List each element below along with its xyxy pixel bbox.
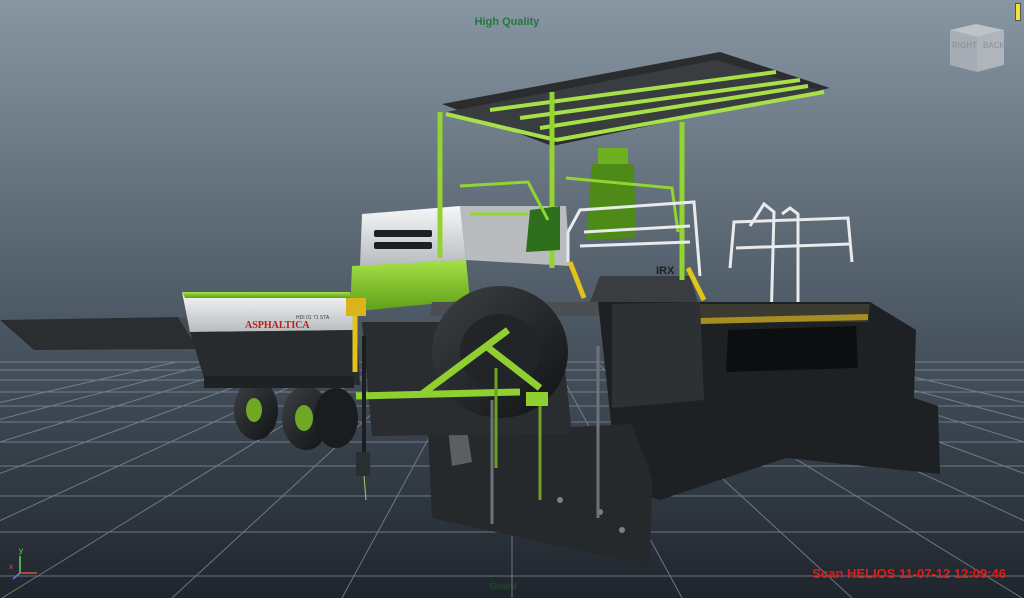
hopper-wing-left [0,317,198,350]
maya-viewport[interactable]: ASPHALTICA HDI 01 71 STA IRX High Qualit… [0,0,1024,598]
tow-arm-joint [526,392,548,406]
seat-headrest [598,148,628,164]
sensor-foot [356,452,370,476]
rear-badge: IRX [656,265,675,277]
view-cube-face-right[interactable]: RIGHT [952,41,977,50]
hood-vent-2 [374,242,432,249]
render-quality-label: High Quality [474,16,540,28]
screed-opening [726,326,858,372]
render-stamp: Scan HELIOS 11-07-12 12:09:46 [812,566,1006,581]
ground-label: Ground [490,582,517,591]
front-wheels [234,380,358,450]
axis-y-label: y [19,546,23,555]
hopper-green-trim [182,292,352,298]
scene-canvas[interactable]: ASPHALTICA HDI 01 71 STA IRX [0,0,1024,598]
view-cube-face-back[interactable]: BACK [983,41,1005,50]
hydraulic-head [346,298,366,316]
viewcube-home-marker[interactable] [1015,3,1021,21]
hood-vent-1 [374,230,432,237]
brand-small-text: HDI 01 71 STA [296,315,330,321]
axis-gizmo-lines [12,556,37,580]
brand-text: ASPHALTICA [245,320,310,331]
view-cube[interactable]: RIGHT BACK [946,22,1008,74]
axis-x-label: x [9,562,13,571]
axis-gizmo: y x [8,546,42,582]
screed-side [612,302,704,408]
front-axle-frame [204,376,354,388]
